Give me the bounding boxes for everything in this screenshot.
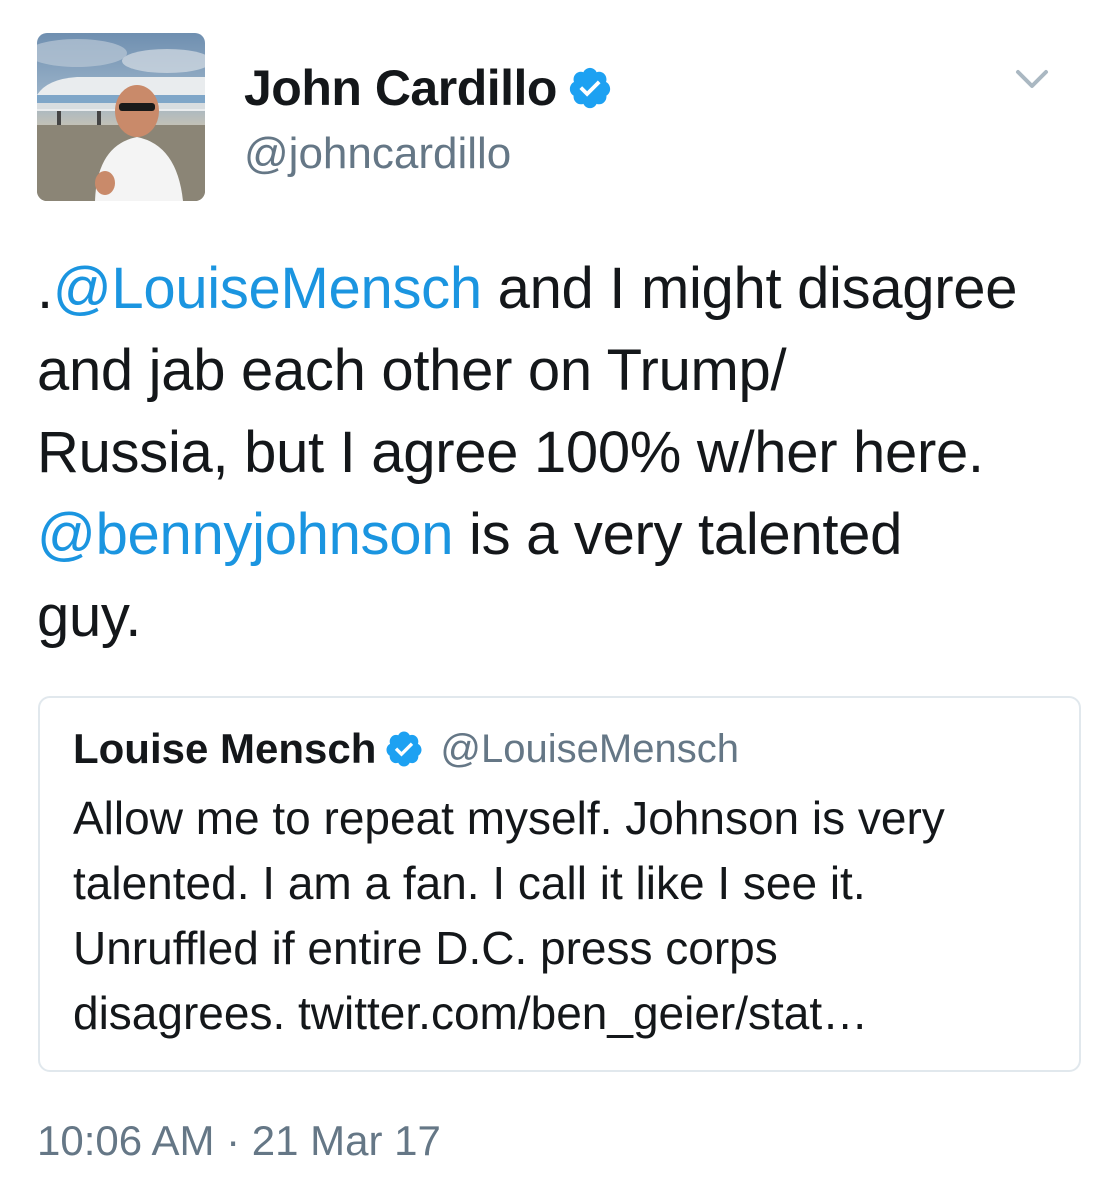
- tweet-line: @bennyjohnson is a very talented: [37, 494, 1102, 576]
- quoted-tweet-line: Unruffled if entire D.C. press corps: [73, 922, 778, 974]
- quoted-tweet-text: Allow me to repeat myself. Johnson is ve…: [73, 786, 1053, 1046]
- tweet-text: .@LouiseMensch and I might disagree and j…: [37, 248, 1102, 658]
- tweet-line: Russia, but I agree 100% w/her here.: [37, 412, 1102, 494]
- quoted-author-handle: @LouiseMensch: [440, 726, 739, 771]
- tweet-text-segment: and jab each other on Trump/: [37, 338, 787, 403]
- author-header: John Cardillo: [244, 58, 613, 118]
- tweet-timestamp[interactable]: 10:06 AM · 21 Mar 17: [37, 1117, 441, 1165]
- quoted-tweet-header: Louise Mensch @LouiseMensch: [73, 724, 739, 774]
- tweet-line: and jab each other on Trump/: [37, 330, 1102, 412]
- quoted-tweet-line: talented. I am a fan. I call it like I s…: [73, 857, 866, 909]
- quoted-tweet-line: Allow me to repeat myself. Johnson is ve…: [73, 792, 945, 844]
- quoted-tweet-line[interactable]: disagrees. twitter.com/ben_geier/stat…: [73, 981, 1053, 1046]
- tweet-text-segment: .: [37, 256, 53, 321]
- chevron-down-icon[interactable]: [1010, 62, 1054, 98]
- tweet-line: guy.: [37, 576, 1102, 658]
- tweet-text-segment: guy.: [37, 584, 142, 649]
- quoted-tweet[interactable]: Louise Mensch @LouiseMensch Allow me to …: [38, 696, 1081, 1072]
- quoted-author-name: Louise Mensch: [73, 725, 377, 772]
- author-name[interactable]: John Cardillo: [244, 59, 557, 117]
- mention-link[interactable]: @LouiseMensch: [53, 256, 482, 321]
- tweet-text-segment: Russia, but I agree 100% w/her here.: [37, 420, 984, 485]
- tweet-line: .@LouiseMensch and I might disagree: [37, 248, 1102, 330]
- tweet-text-segment: is a very talented: [453, 502, 903, 567]
- author-avatar[interactable]: [37, 33, 205, 201]
- mention-link[interactable]: @bennyjohnson: [37, 502, 453, 567]
- author-handle[interactable]: @johncardillo: [244, 129, 511, 179]
- tweet-text-segment: and I might disagree: [481, 256, 1018, 321]
- verified-badge-icon: [569, 67, 611, 109]
- verified-badge-icon: [386, 731, 422, 767]
